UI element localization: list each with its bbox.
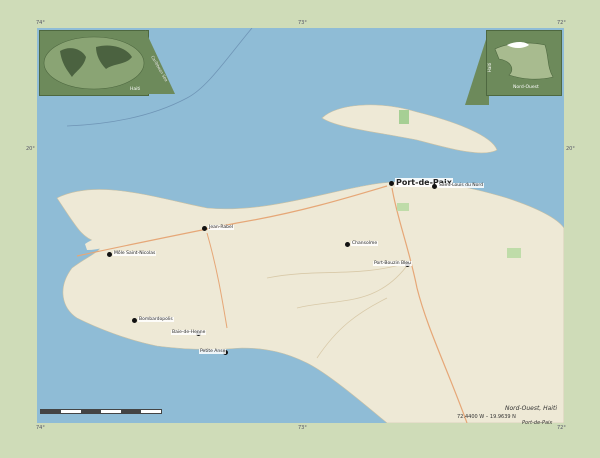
tick-bottom-right: 72° — [557, 425, 566, 431]
place-label-port-bouzin-bleu: Port-Bouzin Bleu — [373, 261, 412, 266]
region-title: Nord-Ouest, Haiti — [505, 405, 557, 412]
place-label-chansolme: Chansolme — [351, 241, 379, 246]
tick-bottom-mid: 73° — [298, 425, 307, 431]
place-label-bombardopolis: Bombardopolis — [138, 317, 174, 322]
tick-right-mid: 20° — [566, 146, 575, 152]
tortuga-park — [399, 110, 409, 124]
coordinates-readout: 72.4400 W – 19.9639 N — [457, 414, 516, 420]
world-inset-pointer — [145, 30, 175, 94]
place-dot-chansolme[interactable] — [344, 241, 350, 247]
place-label-mole-saint-nicolas: Môle Saint-Nicolas — [113, 251, 157, 256]
place-label-saint-louis-du-nord: Saint-Louis du Nord — [438, 183, 485, 188]
place-label-baie-de-henne: Baie-de-Henne — [171, 330, 207, 335]
green-patch — [397, 203, 409, 211]
world-inset-svg — [43, 36, 145, 90]
tick-top-left: 74° — [36, 20, 45, 26]
tick-bottom-left: 74° — [36, 425, 45, 431]
tick-top-mid: 73° — [298, 20, 307, 26]
tick-left-mid: 20° — [26, 146, 35, 152]
country-inset-side-label: Haiti — [487, 62, 493, 73]
place-label-petite-anse: Petite Anse — [199, 349, 227, 354]
map-area[interactable]: Haiti Caribbean Sea Nord-Ouest Haiti Por… — [37, 28, 564, 423]
country-inset-label: Nord-Ouest — [513, 85, 539, 90]
place-dot-jean-rabel[interactable] — [201, 225, 207, 231]
place-label-jean-rabel: Jean-Rabel — [208, 225, 234, 230]
green-patch — [507, 248, 521, 258]
country-inset: Nord-Ouest Haiti — [486, 30, 562, 96]
place-dot-bombardopolis[interactable] — [131, 317, 137, 323]
place-dot-port-de-paix[interactable] — [388, 180, 394, 186]
world-inset: Haiti — [39, 30, 149, 96]
place-dot-mole-saint-nicolas[interactable] — [106, 251, 112, 257]
place-dot-saint-louis-du-nord[interactable] — [431, 183, 437, 189]
tick-top-right: 72° — [557, 20, 566, 26]
scale-bar — [40, 409, 162, 414]
map-credit: Port-de-Paix — [522, 420, 553, 426]
world-inset-label: Haiti — [130, 87, 141, 92]
